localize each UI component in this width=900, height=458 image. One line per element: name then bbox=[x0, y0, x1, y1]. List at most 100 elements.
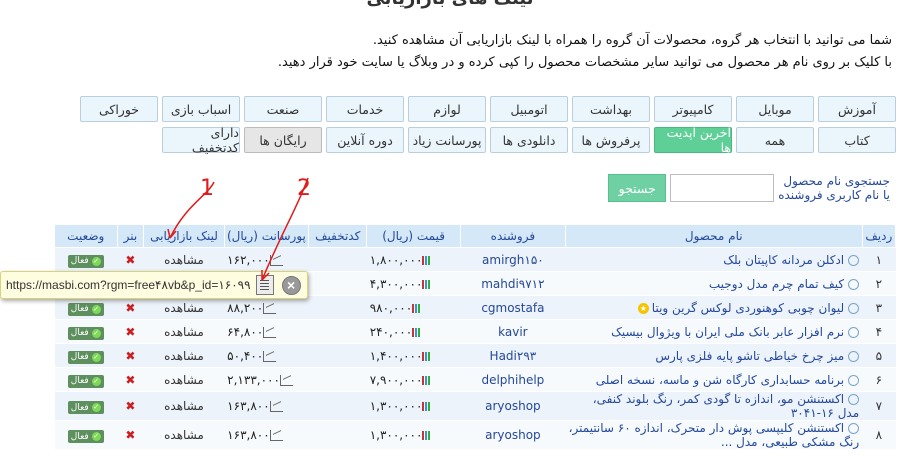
seller-link[interactable]: delphihelp bbox=[460, 367, 566, 392]
trend-chart-icon bbox=[269, 430, 283, 441]
status-label: فعال bbox=[70, 352, 89, 362]
category-button[interactable]: اتومبیل bbox=[490, 96, 568, 122]
row-number: ۷ bbox=[862, 391, 896, 421]
category-button[interactable]: پورسانت زیاد bbox=[408, 127, 486, 153]
product-info-icon bbox=[848, 254, 860, 266]
status-badge: ✓فعال bbox=[67, 374, 104, 388]
no-banner-icon: ✖ bbox=[125, 300, 136, 315]
copy-icon[interactable] bbox=[255, 275, 274, 295]
category-button[interactable]: آخرین آپدیت ها bbox=[654, 125, 732, 155]
category-button[interactable]: دارای کدتخفیف bbox=[162, 125, 240, 155]
table-row: ۳ لیوان چوبی کوهنوردی لوکس گرین ویتا★ cgmo… bbox=[54, 295, 896, 320]
category-button[interactable]: دوره آنلاین bbox=[326, 127, 404, 153]
price-cell: ۱,۴۰۰,۰۰۰ bbox=[366, 343, 461, 368]
table-row: ۶ برنامه حسابداری کارگاه شن و ماسه، نسخه … bbox=[54, 367, 896, 392]
bar-chart-icon bbox=[422, 375, 432, 385]
status-badge: ✓فعال bbox=[67, 401, 104, 414]
marketing-link-view[interactable]: مشاهده bbox=[143, 319, 225, 344]
seller-link[interactable]: cgmostafa bbox=[460, 295, 566, 320]
product-name-cell: ادکلن مردانه کاپیتان بلک bbox=[565, 247, 863, 272]
product-name-link[interactable]: اکستنشن مو، اندازه تا گودی کمر، رنگ بلون… bbox=[593, 392, 859, 420]
price-cell: ۷,۹۰۰,۰۰۰ bbox=[366, 367, 461, 392]
seller-link[interactable]: kavir bbox=[460, 319, 566, 344]
status-badge: ✓فعال bbox=[67, 302, 104, 316]
commission-cell: ۸۸,۲۰۰ bbox=[224, 295, 309, 320]
marketing-link-view[interactable]: مشاهده bbox=[143, 343, 225, 368]
product-name-cell: کیف تمام چرم مدل دوجیب bbox=[565, 271, 863, 296]
commission-value: ۱۶۲,۰۰۰ bbox=[227, 252, 270, 267]
row-number: ۵ bbox=[862, 343, 896, 368]
category-button[interactable]: آموزش bbox=[818, 96, 896, 122]
product-name-link[interactable]: لیوان چوبی کوهنوردی لوکس گرین ویتا bbox=[652, 301, 844, 315]
seller-link[interactable]: amirgh۱۵۰ bbox=[460, 247, 566, 272]
column-header: بنر bbox=[116, 224, 145, 248]
seller-link[interactable]: mahdi۹۷۱۲ bbox=[460, 271, 566, 296]
commission-value: ۱۶۳,۸۰۰ bbox=[227, 399, 270, 413]
no-banner-icon: ✖ bbox=[125, 252, 136, 267]
search-input[interactable] bbox=[670, 174, 775, 202]
product-name-link[interactable]: میز چرخ خیاطی تاشو پایه فلزی پارس bbox=[655, 349, 844, 363]
seller-link[interactable]: aryoshop bbox=[460, 420, 566, 450]
price-cell: ۲۴۰,۰۰۰ bbox=[366, 319, 461, 344]
price-value: ۹۸۰,۰۰۰ bbox=[369, 300, 413, 315]
bar-chart-icon bbox=[422, 279, 432, 289]
bar-chart-icon bbox=[412, 303, 422, 313]
no-banner-icon: ✖ bbox=[125, 399, 136, 413]
discount-code-cell bbox=[308, 343, 367, 368]
status-badge: ✓فعال bbox=[67, 326, 104, 340]
category-button[interactable]: خوراکی bbox=[80, 96, 158, 122]
page-title: لینک های بازاریابی bbox=[0, 0, 900, 9]
row-number: ۴ bbox=[862, 319, 896, 344]
marketing-link-view[interactable]: مشاهده bbox=[143, 295, 225, 320]
category-button[interactable]: دانلودی ها bbox=[490, 127, 568, 153]
trend-chart-icon bbox=[269, 401, 283, 412]
product-name-link[interactable]: نرم افزار عابر بانک ملی ایران با ویژوال … bbox=[611, 325, 844, 339]
category-button[interactable]: اسباب بازی bbox=[162, 96, 240, 122]
category-row-1: آموزش موبایل کامپیوتر بهداشت اتومبیل لوازم خدم… bbox=[68, 96, 896, 122]
product-name-link[interactable]: برنامه حسابداری کارگاه شن و ماسه، نسخه ا… bbox=[596, 373, 844, 387]
category-button[interactable]: رایگان ها bbox=[244, 127, 322, 153]
intro-line-1: شما می توانید با انتخاب هر گروه، محصولات… bbox=[372, 33, 892, 48]
category-button[interactable]: موبایل bbox=[736, 96, 814, 122]
price-value: ۱,۳۰۰,۰۰۰ bbox=[369, 399, 423, 413]
check-icon: ✓ bbox=[91, 432, 101, 441]
category-button[interactable]: خدمات bbox=[326, 96, 404, 122]
category-button[interactable]: صنعت bbox=[244, 96, 322, 122]
category-button[interactable]: بهداشت bbox=[572, 96, 650, 122]
check-icon: ✓ bbox=[91, 376, 101, 386]
marketing-link-view[interactable]: مشاهده bbox=[143, 367, 225, 392]
product-name-link[interactable]: ادکلن مردانه کاپیتان بلک bbox=[723, 253, 844, 267]
category-buttons: آموزش موبایل کامپیوتر بهداشت اتومبیل لوازم خدم… bbox=[68, 96, 896, 158]
product-name-link[interactable]: اکستنشن کلیپسی پوش دار متحرک، اندازه ۶۰ … bbox=[569, 421, 860, 449]
discount-code-cell bbox=[308, 391, 367, 421]
status-cell: ✓فعال bbox=[54, 420, 118, 450]
category-button[interactable]: همه bbox=[736, 127, 814, 153]
product-name-link[interactable]: کیف تمام چرم مدل دوجیب bbox=[709, 277, 844, 291]
marketing-link-view[interactable]: مشاهده bbox=[143, 247, 225, 272]
status-cell: ✓فعال bbox=[54, 319, 118, 344]
category-button[interactable]: کامپیوتر bbox=[654, 96, 732, 122]
status-cell: ✓فعال bbox=[54, 343, 118, 368]
category-button[interactable]: کتاب bbox=[818, 127, 896, 153]
close-icon[interactable]: × bbox=[281, 275, 301, 295]
marketing-link-view[interactable]: مشاهده bbox=[143, 391, 225, 421]
commission-cell: ۶۴,۸۰۰ bbox=[224, 319, 309, 344]
commission-cell: ۱۶۳,۸۰۰ bbox=[224, 420, 309, 450]
trend-chart-icon bbox=[263, 326, 277, 338]
category-button[interactable]: پرفروش ها bbox=[572, 127, 650, 153]
product-info-icon bbox=[848, 302, 860, 314]
products-table: ردیف نام محصول فروشنده قیمت (ریال) کدتخفیف پو… bbox=[54, 224, 897, 450]
status-label: فعال bbox=[70, 256, 89, 266]
banner-cell: ✖ bbox=[117, 247, 144, 272]
bar-chart-icon bbox=[412, 327, 422, 337]
product-info-icon bbox=[848, 394, 860, 405]
seller-link[interactable]: aryoshop bbox=[460, 391, 566, 421]
marketing-link-url[interactable]: https://masbi.com?rgm=free۴۸vb&p_id=۱۶۰۹… bbox=[1, 278, 251, 292]
discount-code-cell bbox=[308, 420, 367, 450]
product-name-cell: میز چرخ خیاطی تاشو پایه فلزی پارس bbox=[565, 343, 863, 368]
seller-link[interactable]: Hadi۲۹۳ bbox=[460, 343, 566, 368]
category-button[interactable]: لوازم bbox=[408, 96, 486, 122]
banner-cell: ✖ bbox=[117, 319, 144, 344]
search-button[interactable]: جستجو bbox=[608, 174, 667, 202]
marketing-link-view[interactable]: مشاهده bbox=[143, 420, 225, 450]
